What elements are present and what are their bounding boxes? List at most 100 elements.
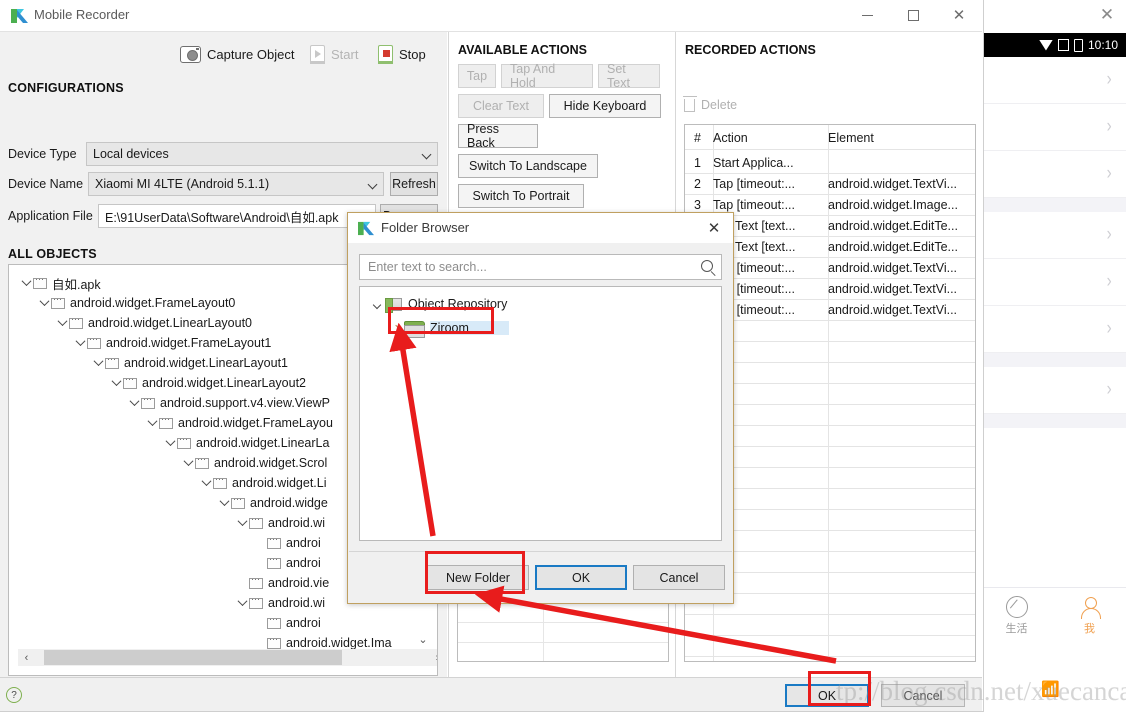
title-bar: Mobile Recorder ✕ <box>0 0 982 32</box>
action-button-switch-to-portrait[interactable]: Switch To Portrait <box>458 184 584 208</box>
tree-scroll-down-icon[interactable]: ⌄ <box>415 631 431 647</box>
phone-nav-item-me[interactable]: 我 <box>1053 588 1126 643</box>
dialog-close-icon[interactable]: ✕ <box>703 218 725 238</box>
tree-node[interactable]: android.widget.LinearLayout1 <box>91 353 288 373</box>
main-cancel-button[interactable]: Cancel <box>881 684 965 707</box>
tree-node[interactable]: android.widget.FrameLayou <box>145 413 333 433</box>
chevron-right-icon[interactable] <box>387 321 404 335</box>
list-item[interactable]: › <box>980 151 1126 198</box>
scroll-right-icon[interactable]: › <box>429 649 437 666</box>
tree-item-object-repository[interactable]: Object Repository <box>368 293 507 315</box>
tree-node[interactable]: android.widget.FrameLayout1 <box>73 333 271 353</box>
chevron-down-icon[interactable] <box>181 458 195 468</box>
stop-button[interactable]: Stop <box>378 41 426 67</box>
action-button-hide-keyboard[interactable]: Hide Keyboard <box>549 94 661 118</box>
list-divider <box>980 198 1126 212</box>
tree-node[interactable]: android.wi <box>235 593 325 613</box>
list-item[interactable]: › <box>980 57 1126 104</box>
device-type-select[interactable]: Local devices <box>86 142 438 166</box>
folder-tree[interactable]: Object Repository Ziroom <box>359 286 722 541</box>
dialog-cancel-button[interactable]: Cancel <box>633 565 725 590</box>
chevron-down-icon[interactable] <box>91 358 105 368</box>
list-item[interactable]: › <box>980 212 1126 259</box>
action-button-clear-text: Clear Text <box>458 94 544 118</box>
action-button-label: Hide Keyboard <box>563 99 647 113</box>
tree-node[interactable]: 自如.apk <box>19 273 101 293</box>
dialog-ok-button[interactable]: OK <box>535 565 627 590</box>
chevron-down-icon[interactable] <box>127 398 141 408</box>
chevron-down-icon[interactable] <box>199 478 213 488</box>
tree-node[interactable]: android.widget.Li <box>199 473 327 493</box>
tree-node[interactable]: android.widget.LinearLayout0 <box>55 313 252 333</box>
list-item[interactable]: › <box>980 306 1126 353</box>
main-ok-button[interactable]: OK <box>785 684 869 707</box>
tree-node-label: androi <box>286 556 321 570</box>
list-item[interactable]: › <box>980 259 1126 306</box>
folder-search-input[interactable]: Enter text to search... <box>359 254 722 280</box>
scroll-left-icon[interactable]: ‹ <box>18 649 35 666</box>
tree-node[interactable]: android.widget.Scrol <box>181 453 327 473</box>
configurations-header: CONFIGURATIONS <box>8 81 124 95</box>
phone-nav-item-life[interactable]: 生活 <box>980 588 1053 643</box>
tree-node[interactable]: androi <box>253 613 321 633</box>
close-button[interactable]: ✕ <box>936 0 982 31</box>
chevron-down-icon[interactable] <box>163 438 177 448</box>
action-button-label: Switch To Landscape <box>469 159 587 173</box>
chevron-down-icon[interactable] <box>37 298 51 308</box>
tree-node[interactable]: android.widget.FrameLayout0 <box>37 293 235 313</box>
device-name-select[interactable]: Xiaomi MI 4LTE (Android 5.1.1) <box>88 172 384 196</box>
list-item[interactable]: › <box>980 104 1126 151</box>
chevron-down-icon[interactable] <box>73 338 87 348</box>
chevron-down-icon[interactable] <box>235 598 249 608</box>
signal-off-icon <box>1057 39 1069 51</box>
tree-node[interactable]: android.support.v4.view.ViewP <box>127 393 330 413</box>
table-row[interactable]: 2 Tap [timeout:... android.widget.TextVi..… <box>685 173 975 194</box>
table-cell: 2 <box>694 176 701 191</box>
chevron-down-icon[interactable] <box>217 498 231 508</box>
chevron-down-icon <box>421 149 432 160</box>
maximize-icon <box>907 10 919 21</box>
capture-object-button[interactable]: Capture Object <box>180 41 294 67</box>
tree-node[interactable]: android.widget.LinearLa <box>163 433 329 453</box>
action-button-press-back[interactable]: Press Back <box>458 122 538 150</box>
all-objects-header: ALL OBJECTS <box>8 247 97 261</box>
tree-node-label: android.vie <box>268 576 330 590</box>
chevron-down-icon[interactable] <box>368 297 385 311</box>
new-folder-button[interactable]: New Folder <box>427 565 529 590</box>
tree-horizontal-scrollbar[interactable]: ‹ › <box>18 649 437 666</box>
chevron-down-icon[interactable] <box>55 318 69 328</box>
minimize-icon <box>861 15 873 16</box>
delete-button[interactable]: Delete <box>682 95 737 112</box>
maximize-button[interactable] <box>890 0 936 31</box>
action-button-label: Switch To Portrait <box>472 189 570 203</box>
tree-node[interactable]: androi <box>253 533 321 553</box>
tree-node[interactable]: android.widge <box>217 493 328 513</box>
action-button-set-text: Set Text <box>598 62 660 90</box>
chevron-down-icon[interactable] <box>145 418 159 428</box>
tree-node[interactable]: androi <box>253 553 321 573</box>
tree-item-ziroom[interactable]: Ziroom <box>387 317 509 339</box>
refresh-button[interactable]: Refresh <box>390 172 438 196</box>
chevron-down-icon[interactable] <box>109 378 123 388</box>
action-button-switch-to-landscape[interactable]: Switch To Landscape <box>458 154 598 178</box>
search-icon[interactable] <box>701 260 713 272</box>
chevron-right-icon: › <box>1106 379 1112 400</box>
battery-icon <box>1073 38 1083 52</box>
katalon-logo-icon <box>11 9 28 23</box>
chevron-down-icon[interactable] <box>235 518 249 528</box>
minimize-button[interactable] <box>844 0 890 31</box>
tree-node[interactable]: android.widget.LinearLayout2 <box>109 373 306 393</box>
scrollbar-thumb[interactable] <box>44 650 342 665</box>
middle-empty-table <box>457 602 669 662</box>
phone-bottom-nav: 生活 我 <box>980 587 1126 643</box>
phone-close-icon[interactable]: ✕ <box>1098 6 1116 24</box>
start-button[interactable]: Start <box>310 41 358 67</box>
chevron-down-icon[interactable] <box>19 278 33 288</box>
table-cell: 1 <box>694 155 701 170</box>
table-row[interactable]: 1 Start Applica... <box>685 152 975 173</box>
help-icon[interactable]: ? <box>6 687 22 703</box>
tree-node[interactable]: android.vie <box>235 573 329 593</box>
list-item[interactable]: › <box>980 367 1126 414</box>
application-file-input[interactable]: E:\91UserData\Software\Android\自如.apk <box>98 204 376 228</box>
tree-node[interactable]: android.wi <box>235 513 325 533</box>
